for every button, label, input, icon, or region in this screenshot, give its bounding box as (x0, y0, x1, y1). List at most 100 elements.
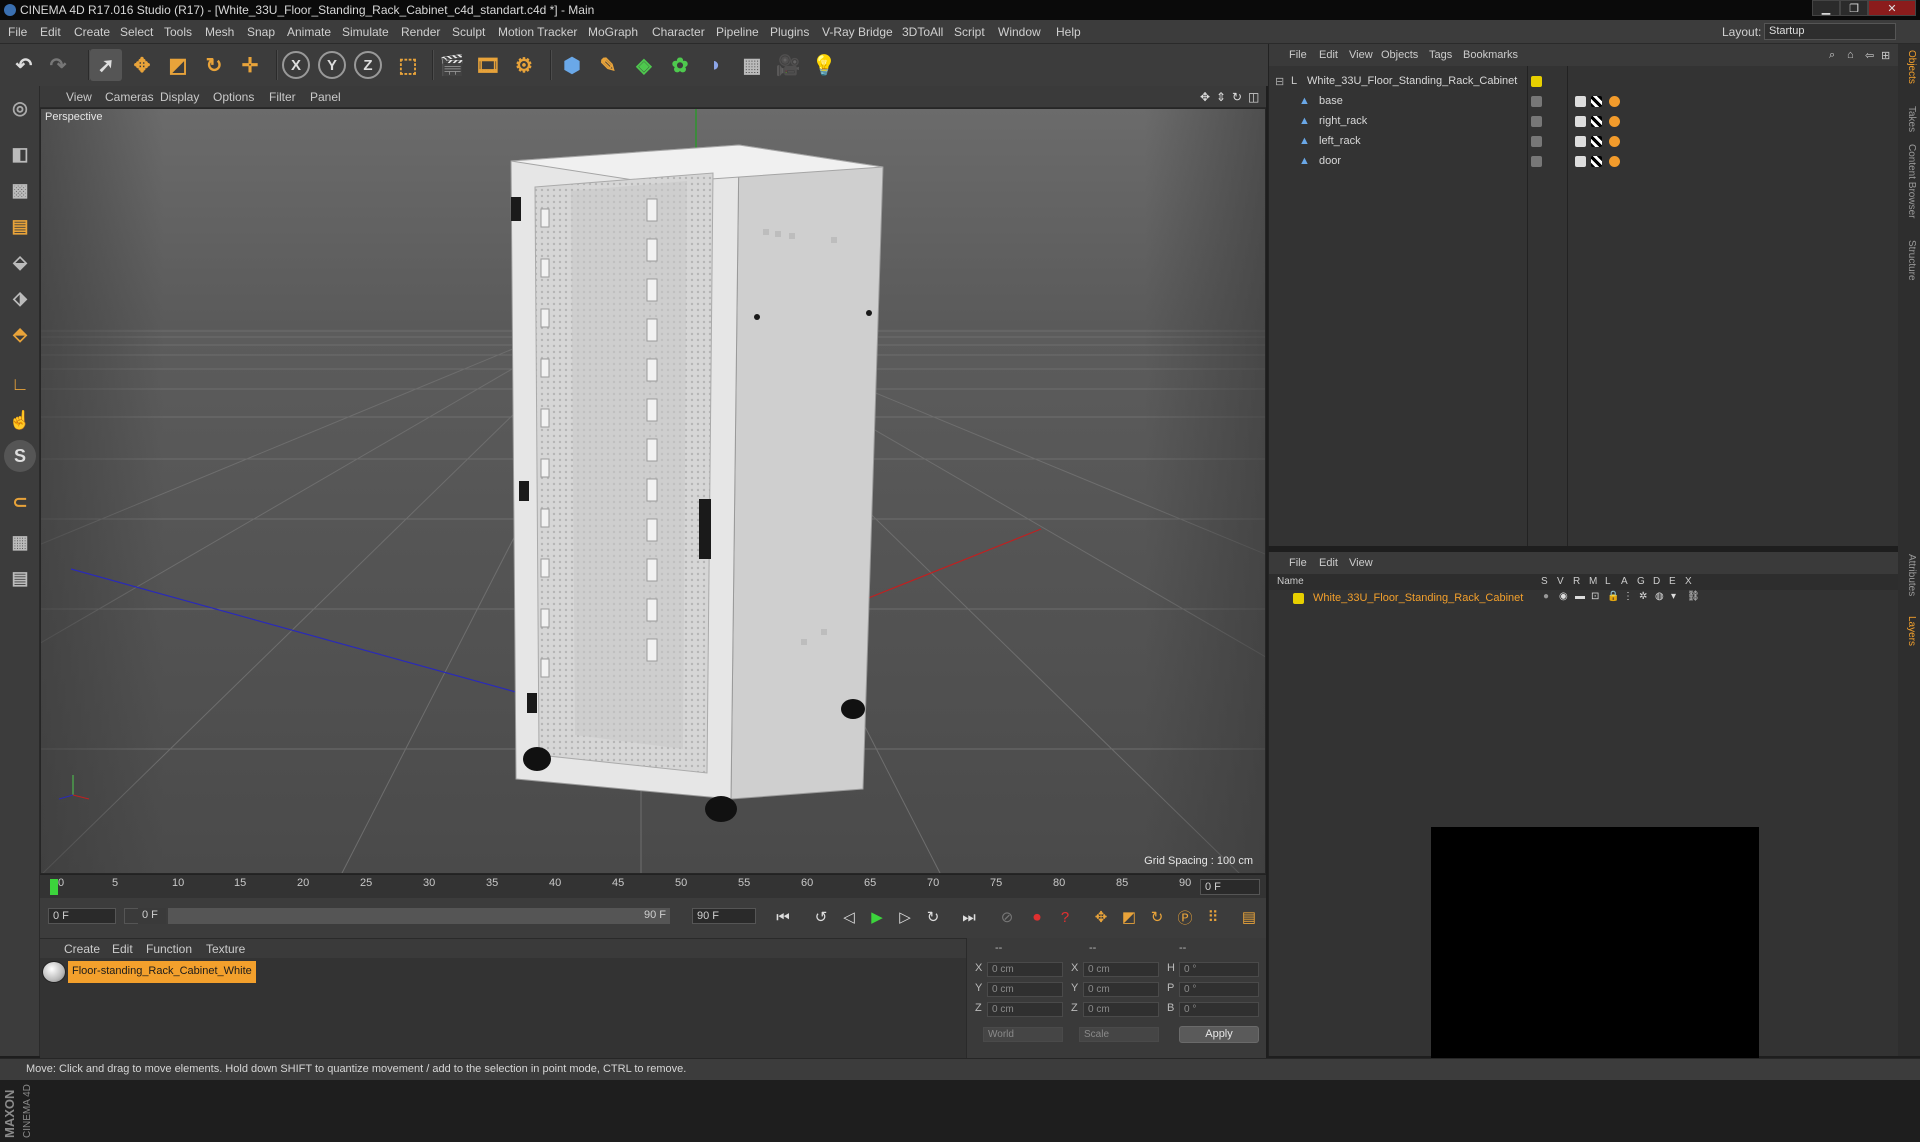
col-solo[interactable]: S (1541, 576, 1548, 587)
key-parameter-icon[interactable]: Ⓟ (1172, 904, 1198, 930)
xref-toggle-icon[interactable]: ⛓ (1687, 591, 1700, 602)
play-icon[interactable]: ▶ (864, 904, 890, 930)
tab-attributes[interactable]: Attributes (1901, 554, 1917, 596)
search-icon[interactable]: ⌕ (1829, 49, 1835, 62)
edges-mode-icon[interactable]: ⬗ (4, 282, 36, 314)
menu-animate[interactable]: Animate (287, 25, 331, 39)
menu-window[interactable]: Window (998, 25, 1041, 39)
deformer-toggle-icon[interactable]: ◍ (1655, 591, 1664, 602)
viewport-menu-display[interactable]: Display (160, 90, 199, 104)
layer-color-swatch[interactable] (1293, 593, 1304, 604)
cloner-icon[interactable]: ✿ (664, 49, 696, 81)
manager-toggle-icon[interactable]: ⊡ (1591, 591, 1599, 602)
tweak-mode-icon[interactable]: ☝ (4, 404, 36, 436)
object-name[interactable]: right_rack (1319, 115, 1367, 127)
size-x-field[interactable]: 0 cm (1083, 962, 1159, 977)
material-menu-edit[interactable]: Edit (112, 942, 133, 956)
home-icon[interactable]: ⌂ (1847, 49, 1854, 61)
viewport-rotate-icon[interactable]: ↻ (1232, 90, 1242, 104)
previous-frame-icon[interactable]: ◁ (836, 904, 862, 930)
size-z-field[interactable]: 0 cm (1083, 1002, 1159, 1017)
om-menu-tags[interactable]: Tags (1429, 49, 1452, 61)
viewport-zoom-icon[interactable]: ⇕ (1216, 90, 1226, 104)
object-row[interactable]: ▲ left_rack (1269, 132, 1899, 152)
workplane-mode-icon[interactable]: ▤ (4, 210, 36, 242)
lm-menu-edit[interactable]: Edit (1319, 557, 1338, 569)
floor-icon[interactable]: ▦ (736, 49, 768, 81)
key-pla-icon[interactable]: ⠿ (1200, 904, 1226, 930)
menu-snap[interactable]: Snap (247, 25, 275, 39)
material-swatch-icon[interactable] (42, 961, 66, 983)
autokey-icon[interactable]: ? (1052, 904, 1078, 930)
lm-menu-file[interactable]: File (1289, 557, 1307, 569)
col-name[interactable]: Name (1277, 576, 1304, 587)
close-button[interactable]: ✕ (1868, 0, 1916, 16)
rotation-h-field[interactable]: 0 ° (1179, 962, 1259, 977)
animation-toggle-icon[interactable]: ⋮ (1623, 591, 1633, 602)
make-editable-icon[interactable]: ◎ (4, 92, 36, 124)
model-mode-icon[interactable]: ◧ (4, 138, 36, 170)
frame-range-slider[interactable] (168, 908, 668, 924)
visibility-toggle-icon[interactable] (1531, 136, 1542, 147)
phong-tag-icon[interactable] (1609, 156, 1620, 167)
redo-icon[interactable]: ↷ (42, 49, 74, 81)
render-picture-viewer-icon[interactable]: 🎞 (472, 49, 504, 81)
apply-button[interactable]: Apply (1179, 1026, 1259, 1043)
key-position-icon[interactable]: ✥ (1088, 904, 1114, 930)
menu-3dtoall[interactable]: 3DToAll (902, 25, 943, 39)
panel-options-icon[interactable]: ⊞ (1881, 49, 1890, 62)
visibility-toggle-icon[interactable] (1531, 96, 1542, 107)
om-menu-view[interactable]: View (1349, 49, 1373, 61)
menu-mesh[interactable]: Mesh (205, 25, 234, 39)
render-view-icon[interactable]: 🎬 (436, 49, 468, 81)
menu-tools[interactable]: Tools (164, 25, 192, 39)
col-expressions[interactable]: E (1669, 576, 1676, 587)
layer-row[interactable]: White_33U_Floor_Standing_Rack_Cabinet ● … (1269, 590, 1899, 608)
visibility-toggle-icon[interactable] (1531, 156, 1542, 167)
viewport-menu-cameras[interactable]: Cameras (105, 90, 154, 104)
col-animation[interactable]: A (1621, 576, 1628, 587)
texture-tag-icon[interactable] (1575, 156, 1586, 167)
texture-mode-icon[interactable]: ▩ (4, 174, 36, 206)
material-name[interactable]: Floor-standing_Rack_Cabinet_White (68, 961, 256, 983)
tab-layers[interactable]: Layers (1901, 616, 1917, 646)
col-deformers[interactable]: D (1653, 576, 1660, 587)
menu-create[interactable]: Create (74, 25, 110, 39)
menu-character[interactable]: Character (652, 25, 705, 39)
object-name-root[interactable]: White_33U_Floor_Standing_Rack_Cabinet (1307, 75, 1517, 87)
material-menu-create[interactable]: Create (64, 942, 100, 956)
viewport-menu-options[interactable]: Options (213, 90, 254, 104)
material-menu-function[interactable]: Function (146, 942, 192, 956)
material-tag-icon[interactable] (1591, 96, 1602, 107)
texture-tag-icon[interactable] (1575, 96, 1586, 107)
x-axis-lock-icon[interactable]: X (282, 51, 310, 79)
render-settings-icon[interactable]: ⚙ (508, 49, 540, 81)
tab-takes[interactable]: Takes (1901, 106, 1917, 132)
planar-workplane-icon[interactable]: ▤ (4, 562, 36, 594)
playhead[interactable] (50, 879, 58, 895)
material-menu-texture[interactable]: Texture (206, 942, 245, 956)
lm-menu-view[interactable]: View (1349, 557, 1373, 569)
col-view[interactable]: V (1557, 576, 1564, 587)
layer-tag-icon[interactable] (1531, 76, 1542, 87)
minimize-button[interactable]: ▁ (1812, 0, 1840, 16)
rotation-b-field[interactable]: 0 ° (1179, 1002, 1259, 1017)
position-x-field[interactable]: 0 cm (987, 962, 1063, 977)
next-key-icon[interactable]: ↻ (920, 904, 946, 930)
previous-key-icon[interactable]: ↺ (808, 904, 834, 930)
col-locked[interactable]: L (1605, 576, 1611, 587)
timeline-window-icon[interactable]: ▤ (1236, 904, 1262, 930)
viewport-menu-panel[interactable]: Panel (310, 90, 341, 104)
om-menu-file[interactable]: File (1289, 49, 1307, 61)
position-z-field[interactable]: 0 cm (987, 1002, 1063, 1017)
col-manager[interactable]: M (1589, 576, 1597, 587)
menu-render[interactable]: Render (401, 25, 440, 39)
timeline-ruler[interactable]: 0 5 10 15 20 25 30 35 40 45 50 55 60 65 … (40, 874, 1266, 898)
size-y-field[interactable]: 0 cm (1083, 982, 1159, 997)
spline-pen-icon[interactable]: ✎ (592, 49, 624, 81)
current-frame-field[interactable]: 0 F (1200, 879, 1260, 895)
coordinate-mode-dropdown[interactable]: World (983, 1027, 1063, 1042)
points-mode-icon[interactable]: ⬙ (4, 246, 36, 278)
tab-content-browser[interactable]: Content Browser (1901, 144, 1917, 218)
object-row-root[interactable]: ⊟ L White_33U_Floor_Standing_Rack_Cabine… (1269, 72, 1899, 92)
